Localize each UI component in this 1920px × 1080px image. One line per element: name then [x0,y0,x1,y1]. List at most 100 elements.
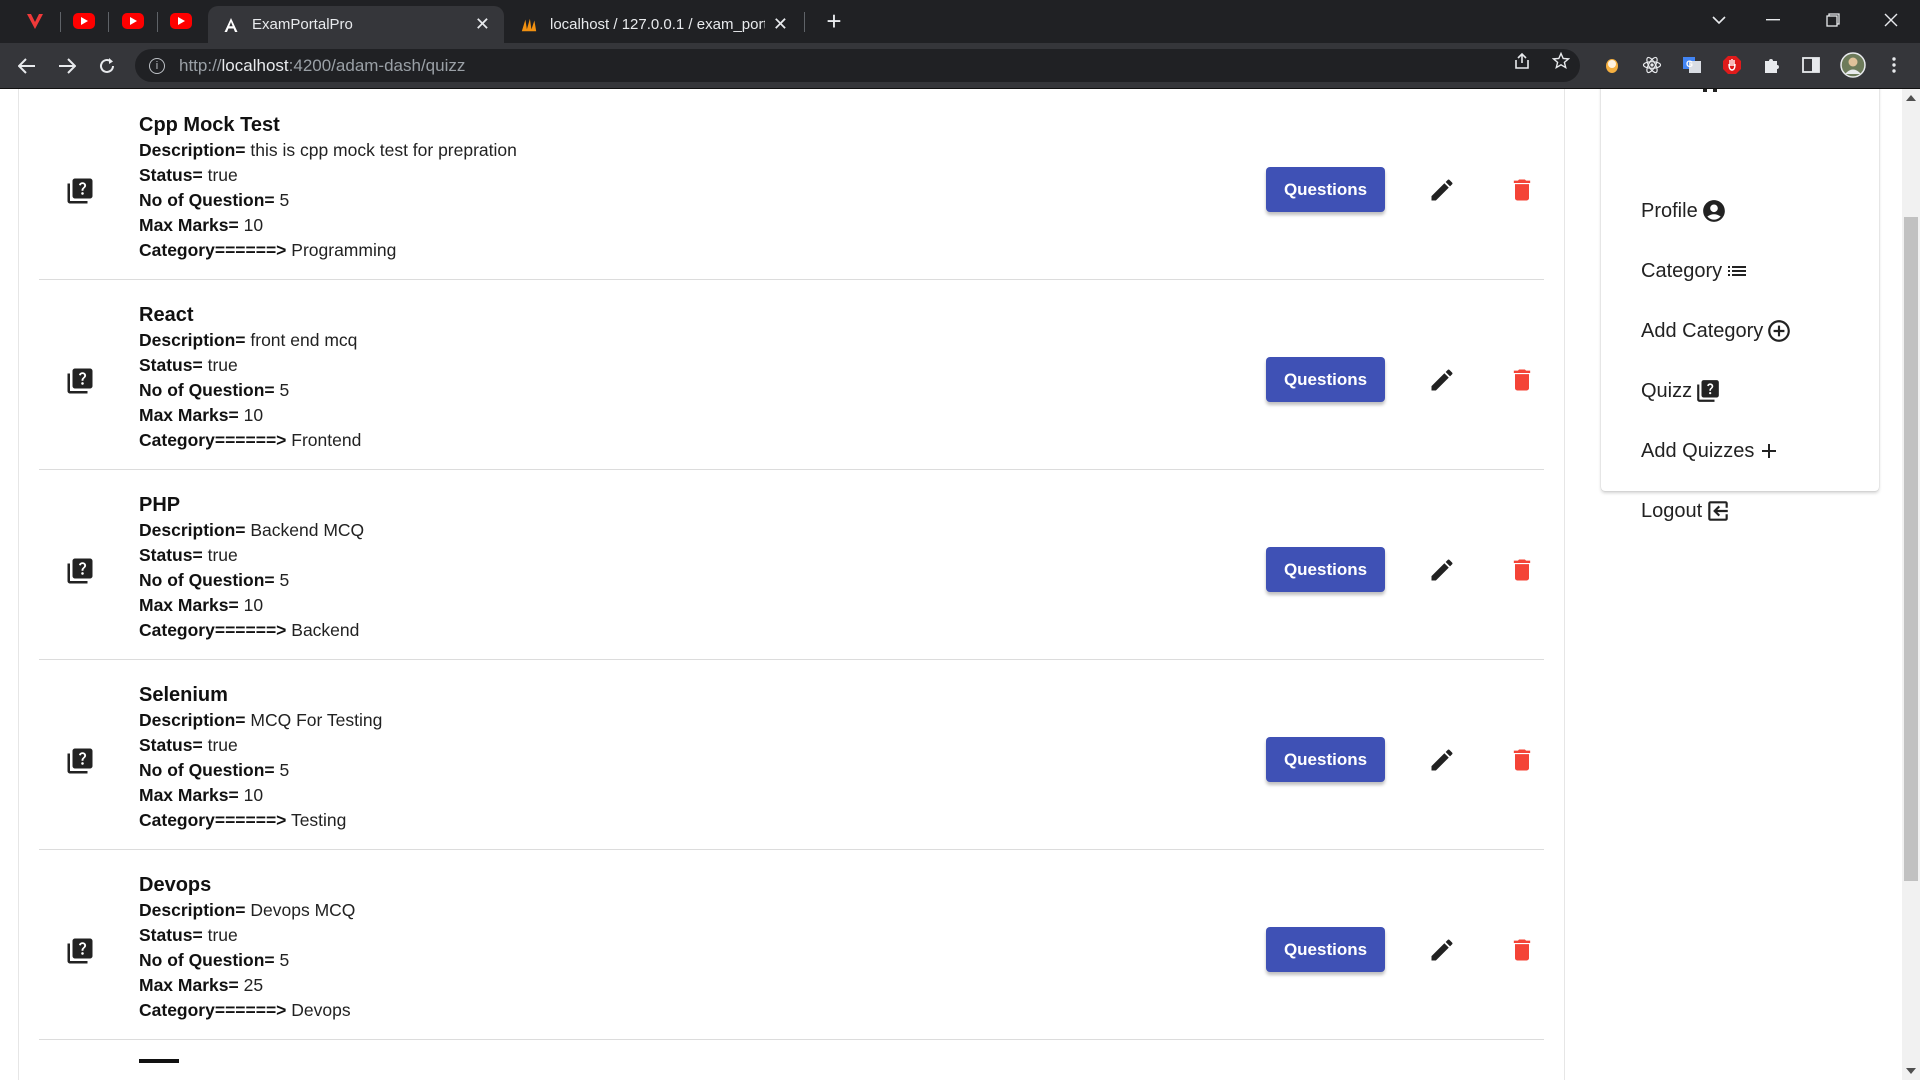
url-text: http://localhost:4200/adam-dash/quizz [179,55,466,75]
restore-icon[interactable] [1808,0,1858,40]
field-label: Description= [139,330,246,350]
site-info-icon[interactable]: i [149,57,165,74]
add-circle-icon [1768,320,1791,342]
page-scrollbar[interactable] [1902,89,1920,1080]
questions-button[interactable]: Questions [1266,547,1385,592]
field-value: true [207,735,238,755]
tab-phpmyadmin[interactable]: localhost / 127.0.0.1 / exam_port ✕ [506,6,802,43]
field-value: 10 [243,405,264,425]
extension-adblock-icon[interactable] [1721,54,1743,76]
more-vert-icon[interactable] [1883,54,1905,76]
field-value: 10 [243,785,264,805]
tab-title: ExamPortalPro [252,16,353,33]
scroll-up-arrow-icon[interactable] [1906,95,1916,101]
field-value: true [207,355,238,375]
window-close-icon[interactable] [1866,0,1916,40]
sidebar-item-quizz[interactable]: Quizz [1641,373,1721,409]
quiz-list-item: React Description= front end mcq Status= t… [39,279,1544,470]
sidebar-item-category[interactable]: Category [1641,253,1749,289]
field-value: 10 [243,215,264,235]
field-value: true [207,545,238,565]
field-label: Max Marks= [139,975,239,995]
account-circle-icon [1702,200,1725,222]
delete-icon[interactable] [1505,363,1539,397]
edit-icon[interactable] [1425,553,1459,587]
field-label: Category======> [139,430,287,450]
admin-sidebar: Profile Category Add Category Quizz Add … [1601,89,1879,522]
sidebar-item-logout[interactable]: Logout [1641,493,1731,529]
sidebar-item-profile[interactable]: Profile [1641,193,1727,229]
quiz-icon [65,746,95,776]
field-value: 5 [279,190,290,210]
delete-icon[interactable] [1505,743,1539,777]
reload-icon[interactable] [92,52,122,80]
share-icon[interactable] [1512,51,1532,71]
close-icon[interactable]: ✕ [475,14,490,35]
quiz-details: Cpp Mock Test Description= this is cpp mo… [139,112,517,263]
quiz-field-status: Status= true [139,923,355,948]
quiz-field-category: Category======> Testing [139,808,382,833]
bookmark-star-icon[interactable] [1551,51,1571,71]
field-label: No of Question= [139,760,275,780]
field-value: true [207,165,238,185]
browser-toolbar: i http://localhost:4200/adam-dash/quizz … [0,43,1920,89]
sidebar-item-label: Category [1641,259,1723,282]
pinned-tab-youtube-1[interactable] [61,6,107,36]
delete-icon[interactable] [1505,173,1539,207]
close-icon[interactable]: ✕ [773,14,788,35]
field-value: Testing [290,810,347,830]
field-value: 25 [243,975,264,995]
quiz-field-category: Category======> Frontend [139,428,361,453]
extensions-puzzle-icon[interactable] [1761,54,1783,76]
minimize-icon[interactable] [1748,0,1798,40]
field-label: Category======> [139,1000,287,1020]
tab-search-chevron-icon[interactable] [1694,0,1744,40]
sidebar-item-add-quizzes[interactable]: Add Quizzes [1641,433,1781,469]
back-arrow-icon[interactable] [12,52,42,80]
quiz-icon [65,176,95,206]
quiz-field-description: Description= Devops MCQ [139,898,355,923]
pinned-tab-youtube-3[interactable] [158,6,204,36]
extension-react-icon[interactable] [1641,54,1663,76]
questions-button[interactable]: Questions [1266,927,1385,972]
pinned-tab-vivaldi[interactable] [12,6,58,36]
quiz-field-status: Status= true [139,543,364,568]
field-value: true [207,925,238,945]
delete-icon[interactable] [1505,553,1539,587]
scroll-down-arrow-icon[interactable] [1906,1068,1916,1074]
edit-icon[interactable] [1425,933,1459,967]
quiz-list-item: PHP Description= Backend MCQ Status= true N… [39,469,1544,660]
list-icon [1728,266,1747,276]
field-value: Programming [291,240,397,260]
quiz-field-status: Status= true [139,163,517,188]
tab-examportalpro[interactable]: ExamPortalPro ✕ [208,6,504,43]
field-label: Status= [139,545,203,565]
quiz-field-questions: No of Question= 5 [139,568,364,593]
extension-cookie-icon[interactable] [1601,54,1623,76]
edit-icon[interactable] [1425,743,1459,777]
sidebar-item-add-category[interactable]: Add Category [1641,313,1792,349]
profile-avatar[interactable] [1840,52,1866,78]
edit-icon[interactable] [1425,363,1459,397]
field-value: Backend MCQ [250,520,365,540]
pinned-tab-youtube-2[interactable] [110,6,156,36]
delete-icon[interactable] [1505,933,1539,967]
quiz-title: React [139,304,194,326]
side-panel-icon[interactable] [1800,54,1822,76]
field-label: Max Marks= [139,785,239,805]
sidebar-item-label: Add Quizzes [1641,439,1755,462]
questions-button[interactable]: Questions [1266,357,1385,402]
forward-arrow-icon[interactable] [52,52,82,80]
field-value: this is cpp mock test for prepration [250,140,517,160]
questions-button[interactable]: Questions [1266,737,1385,782]
logout-icon [1708,501,1728,521]
tab-title: localhost / 127.0.0.1 / exam_port [550,16,765,33]
extension-translate-icon[interactable]: G [1681,54,1703,76]
edit-icon[interactable] [1425,173,1459,207]
address-bar[interactable]: i http://localhost:4200/adam-dash/quizz [135,49,1580,82]
scroll-thumb[interactable] [1904,217,1918,881]
field-label: No of Question= [139,950,275,970]
new-tab-plus-icon[interactable]: + [819,6,849,36]
questions-button[interactable]: Questions [1266,167,1385,212]
quiz-field-category: Category======> Programming [139,238,517,263]
